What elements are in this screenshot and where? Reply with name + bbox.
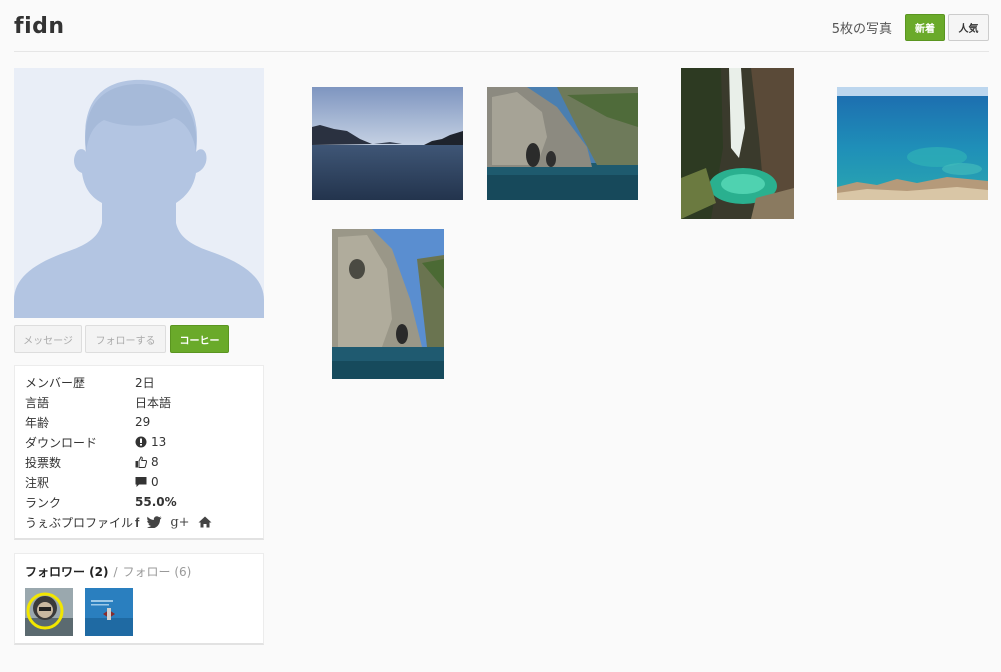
photo-count: 5枚の写真 bbox=[831, 22, 892, 37]
facebook-icon[interactable]: f bbox=[135, 515, 139, 530]
avatar bbox=[14, 68, 264, 318]
social-links: f g+ bbox=[135, 515, 212, 530]
thumbs-up-icon bbox=[135, 456, 147, 468]
message-button[interactable]: メッセージ bbox=[14, 325, 82, 353]
photo-coastline[interactable] bbox=[312, 87, 463, 200]
follower-avatar-1[interactable] bbox=[25, 588, 73, 636]
member-since-value: 2日 bbox=[135, 375, 155, 390]
google-plus-icon[interactable]: g+ bbox=[170, 515, 189, 530]
info-row-votes: 投票数 8 bbox=[25, 452, 159, 472]
downloads-value-wrap: 13 bbox=[135, 435, 166, 449]
page-header: fidn 5枚の写真 新着 人気 bbox=[0, 0, 1001, 52]
profile-info-card: メンバー歴 2日 言語 日本語 年齢 29 ダウンロード 13 投票数 8 注釈… bbox=[14, 365, 264, 540]
tab-following[interactable]: フォロー (6) bbox=[123, 563, 192, 580]
default-avatar-silhouette-icon bbox=[14, 68, 264, 318]
photo-coastline-image bbox=[312, 87, 463, 200]
follower-photo-2 bbox=[85, 588, 133, 636]
home-icon[interactable] bbox=[198, 516, 212, 528]
photo-waterfall[interactable] bbox=[681, 68, 794, 219]
comment-icon bbox=[135, 477, 147, 487]
info-row-rank: ランク 55.0% bbox=[25, 492, 177, 512]
username-title: fidn bbox=[14, 14, 65, 39]
twitter-icon[interactable] bbox=[147, 516, 162, 528]
photo-blue-sea-image bbox=[837, 87, 988, 200]
votes-value-wrap: 8 bbox=[135, 455, 159, 469]
tab-followers[interactable]: フォロワー (2) bbox=[25, 563, 109, 580]
comments-value-wrap: 0 bbox=[135, 475, 159, 489]
sort-new-button[interactable]: 新着 bbox=[905, 14, 945, 41]
downloads-value: 13 bbox=[151, 435, 167, 449]
language-value: 日本語 bbox=[135, 395, 172, 410]
follow-tabs: フォロワー (2) / フォロー (6) bbox=[25, 563, 191, 580]
info-row-age: 年齢 29 bbox=[25, 412, 150, 432]
photo-rock-arch[interactable] bbox=[332, 229, 444, 379]
info-row-web-profiles: うぇぶプロファイル f g+ bbox=[25, 512, 212, 532]
follow-card: フォロワー (2) / フォロー (6) bbox=[14, 553, 264, 645]
photo-sea-cave-image bbox=[487, 87, 638, 200]
follower-avatar-2[interactable] bbox=[85, 588, 133, 636]
follower-photo-1 bbox=[25, 588, 73, 636]
header-divider bbox=[14, 51, 989, 52]
member-since-label: メンバー歴 bbox=[25, 375, 86, 390]
votes-value: 8 bbox=[151, 455, 159, 469]
votes-label: 投票数 bbox=[25, 455, 62, 470]
photo-rock-arch-image bbox=[332, 229, 444, 379]
age-value: 29 bbox=[135, 415, 151, 429]
rank-value: 55.0% bbox=[135, 495, 177, 509]
photo-blue-sea[interactable] bbox=[837, 87, 988, 200]
rank-label: ランク bbox=[25, 495, 62, 510]
download-icon bbox=[135, 436, 147, 448]
tab-separator: / bbox=[113, 564, 118, 579]
comments-label: 注釈 bbox=[25, 475, 50, 490]
photo-sea-cave[interactable] bbox=[487, 87, 638, 200]
info-row-downloads: ダウンロード 13 bbox=[25, 432, 166, 452]
age-label: 年齢 bbox=[25, 415, 50, 430]
follow-button[interactable]: フォローする bbox=[85, 325, 166, 353]
coffee-button[interactable]: コーヒー bbox=[170, 325, 229, 353]
info-row-member-since: メンバー歴 2日 bbox=[25, 372, 155, 392]
comments-value: 0 bbox=[151, 475, 159, 489]
info-row-language: 言語 日本語 bbox=[25, 392, 171, 412]
photo-waterfall-image bbox=[681, 68, 794, 219]
info-row-comments: 注釈 0 bbox=[25, 472, 159, 492]
web-profiles-label: うぇぶプロファイル bbox=[25, 515, 134, 530]
downloads-label: ダウンロード bbox=[25, 435, 98, 450]
language-label: 言語 bbox=[25, 395, 50, 410]
sort-popular-button[interactable]: 人気 bbox=[948, 14, 989, 41]
